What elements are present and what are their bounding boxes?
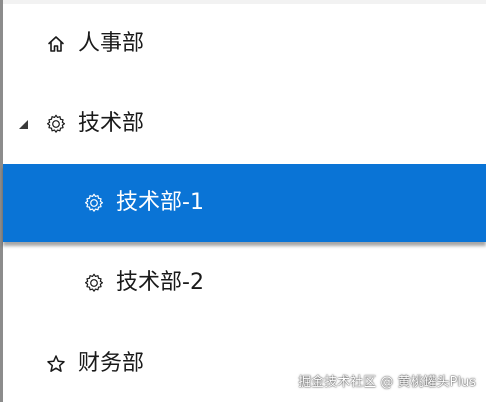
gear-icon: [45, 113, 67, 135]
tree-view: 人事部 技术部 技术部-1 技术部-2 财务部: [3, 4, 486, 402]
tree-item-tech-1[interactable]: 技术部-1: [3, 164, 486, 242]
tree-item-hr[interactable]: 人事部: [3, 4, 486, 84]
home-icon: [45, 33, 67, 55]
expanded-triangle-icon[interactable]: [16, 117, 30, 131]
gear-icon: [83, 272, 105, 294]
gear-icon: [83, 192, 105, 214]
tree-item-tech-2[interactable]: 技术部-2: [3, 242, 486, 324]
tree-item-finance[interactable]: 财务部: [3, 324, 486, 402]
watermark: 掘金技术社区 @ 黄桃罐头Plus: [298, 375, 476, 390]
star-icon: [45, 353, 67, 375]
tree-item-label: 财务部: [78, 351, 145, 376]
tree-item-label: 技术部-1: [116, 190, 204, 215]
tree-view-page: 人事部 技术部 技术部-1 技术部-2 财务部 掘金技术社区 @ 黄桃罐头Plu…: [0, 0, 486, 402]
tree-item-label: 技术部: [78, 111, 145, 136]
tree-item-label: 人事部: [78, 31, 145, 56]
tree-item-label: 技术部-2: [116, 270, 204, 295]
tree-item-tech[interactable]: 技术部: [3, 84, 486, 164]
